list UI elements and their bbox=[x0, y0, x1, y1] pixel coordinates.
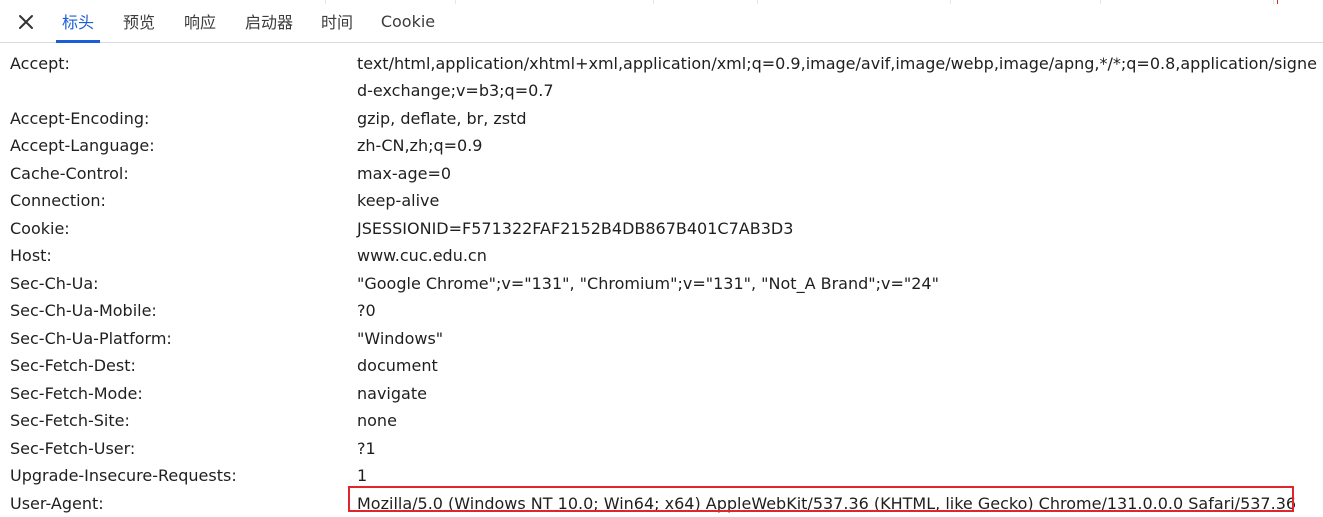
header-name: Sec-Ch-Ua-Platform: bbox=[10, 329, 172, 348]
tab-timing[interactable]: 时间 bbox=[316, 0, 358, 42]
header-name: Sec-Fetch-Mode: bbox=[10, 384, 143, 403]
header-name: Connection: bbox=[10, 191, 106, 210]
header-name: Sec-Fetch-Dest: bbox=[10, 356, 136, 375]
header-name: Cookie: bbox=[10, 219, 70, 238]
header-name: Upgrade-Insecure-Requests: bbox=[10, 466, 237, 485]
header-value[interactable]: none bbox=[357, 407, 1317, 434]
header-value[interactable]: ?1 bbox=[357, 435, 1317, 462]
header-value[interactable]: 1 bbox=[357, 462, 1317, 489]
header-value[interactable]: keep-alive bbox=[357, 187, 1317, 214]
tab-preview[interactable]: 预览 bbox=[117, 0, 161, 42]
header-name: Sec-Fetch-User: bbox=[10, 439, 136, 458]
close-icon[interactable] bbox=[14, 10, 38, 34]
tab-cookie[interactable]: Cookie bbox=[376, 0, 440, 42]
header-value[interactable]: text/html,application/xhtml+xml,applicat… bbox=[357, 50, 1317, 104]
header-name: Accept-Encoding: bbox=[10, 109, 150, 128]
header-name: Sec-Fetch-Site: bbox=[10, 411, 130, 430]
header-value[interactable]: JSESSIONID=F571322FAF2152B4DB867B401C7AB… bbox=[357, 215, 1317, 242]
tab-headers[interactable]: 标头 bbox=[56, 0, 100, 43]
header-name: Sec-Ch-Ua: bbox=[10, 274, 99, 293]
tab-initiator[interactable]: 启动器 bbox=[239, 0, 299, 42]
header-value[interactable]: "Google Chrome";v="131", "Chromium";v="1… bbox=[357, 270, 1317, 297]
header-name: Host: bbox=[10, 246, 52, 265]
devtools-tab-bar: 标头 预览 响应 启动器 时间 Cookie bbox=[0, 0, 1323, 43]
header-value[interactable]: navigate bbox=[357, 380, 1317, 407]
header-value[interactable]: document bbox=[357, 352, 1317, 379]
header-value[interactable]: www.cuc.edu.cn bbox=[357, 242, 1317, 269]
header-value[interactable]: "Windows" bbox=[357, 325, 1317, 352]
header-name: Sec-Ch-Ua-Mobile: bbox=[10, 301, 157, 320]
header-name: Accept: bbox=[10, 54, 70, 73]
header-value[interactable]: gzip, deflate, br, zstd bbox=[357, 105, 1317, 132]
header-value[interactable]: max-age=0 bbox=[357, 160, 1317, 187]
header-name: Cache-Control: bbox=[10, 164, 129, 183]
tab-response[interactable]: 响应 bbox=[178, 0, 222, 42]
header-value[interactable]: ?0 bbox=[357, 297, 1317, 324]
header-value[interactable]: zh-CN,zh;q=0.9 bbox=[357, 132, 1317, 159]
user-agent-highlight-box bbox=[348, 486, 1294, 512]
header-name: Accept-Language: bbox=[10, 136, 155, 155]
